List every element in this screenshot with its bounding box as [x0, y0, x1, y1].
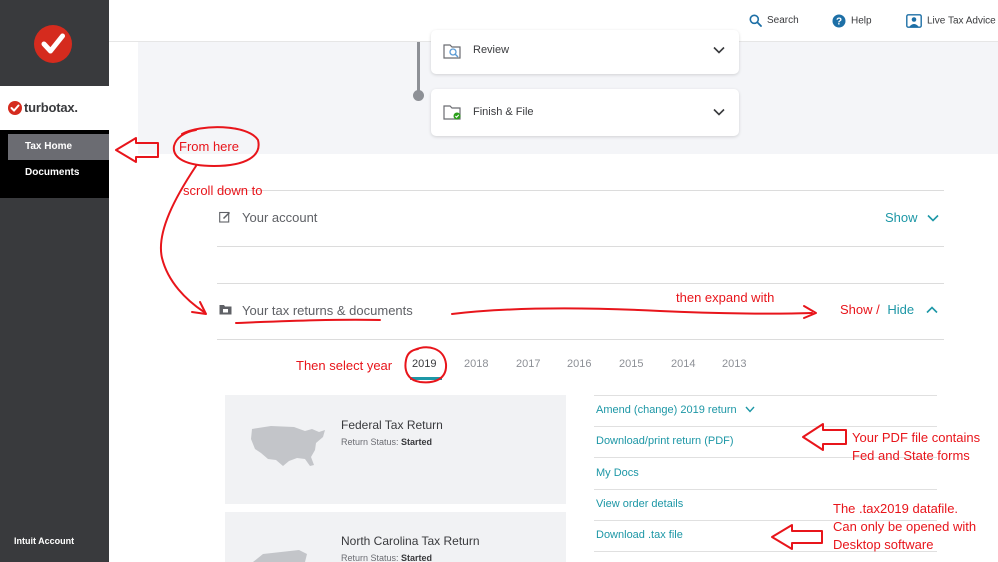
magnifier-document-icon [443, 44, 461, 59]
divider [594, 426, 937, 427]
live-tax-advice-link[interactable]: Live Tax Advice [906, 14, 996, 28]
svg-text:?: ? [836, 17, 842, 28]
year-tab-2015[interactable]: 2015 [619, 358, 643, 370]
section-title-account: Your account [242, 210, 318, 225]
brand-name: turbotax. [24, 100, 78, 115]
step-card-finish-file[interactable]: Finish & File [431, 89, 739, 136]
divider [217, 283, 944, 284]
annotation-arrowhead-scroll [191, 301, 207, 315]
chevron-down-icon[interactable] [713, 108, 725, 116]
return-card-north-carolina[interactable]: North Carolina Tax Return Return Status:… [225, 512, 566, 562]
year-tab-2016[interactable]: 2016 [567, 358, 591, 370]
annotation-select-year: Then select year [296, 358, 393, 373]
year-tab-2013[interactable]: 2013 [722, 358, 746, 370]
annotation-underline-returns [235, 318, 381, 324]
annotation-pdf: Your PDF file contains Fed and State for… [852, 430, 981, 463]
annotation-expand: then expand with [676, 290, 775, 305]
search-link[interactable]: Search [749, 14, 799, 27]
progress-timeline [417, 42, 420, 94]
divider [594, 489, 937, 490]
return-card-federal[interactable]: Federal Tax Return Return Status: Starte… [225, 395, 566, 504]
sidebar-item-intuit-account[interactable]: Intuit Account [14, 536, 74, 546]
divider [217, 190, 944, 191]
return-title: Federal Tax Return [341, 418, 443, 432]
help-icon: ? [832, 14, 846, 28]
year-tab-2017[interactable]: 2017 [516, 358, 540, 370]
folder-icon [219, 305, 232, 315]
annotation-tax-file: The .tax2019 datafile. Can only be opene… [833, 501, 977, 552]
return-status: Return Status: Started [341, 437, 433, 447]
sidebar-logo-area [0, 0, 109, 86]
annotation-arrowhead-expand [803, 305, 817, 319]
chevron-down-icon [745, 406, 755, 413]
sidebar-item-documents[interactable]: Documents [8, 160, 109, 186]
return-status: Return Status: Started [341, 553, 433, 562]
turbotax-check-icon[interactable] [34, 25, 72, 63]
section-title-tax-returns: Your tax returns & documents [242, 303, 413, 318]
download-pdf-link[interactable]: Download/print return (PDF) [596, 435, 734, 447]
brand-check-icon [8, 101, 22, 115]
help-link[interactable]: ? Help [832, 14, 872, 28]
year-tab-2019[interactable]: 2019 [412, 358, 436, 370]
chevron-down-icon[interactable] [713, 46, 725, 54]
return-title: North Carolina Tax Return [341, 534, 480, 548]
step-label: Finish & File [473, 106, 534, 118]
annotation-arrow-pdf [802, 423, 847, 451]
download-tax-file-link[interactable]: Download .tax file [596, 529, 683, 541]
returns-show-hide-toggle[interactable]: Show / Hide [840, 302, 938, 317]
year-tab-2018[interactable]: 2018 [464, 358, 488, 370]
amend-return-link[interactable]: Amend (change) 2019 return [596, 404, 755, 416]
annotation-from-here: From here [179, 139, 239, 154]
expert-avatar-icon [906, 14, 922, 28]
view-order-details-link[interactable]: View order details [596, 498, 683, 510]
step-card-review[interactable]: Review [431, 30, 739, 74]
step-label: Review [473, 44, 510, 56]
annotation-scroll-down: scroll down to [183, 183, 263, 198]
show-label[interactable]: Show / [840, 302, 880, 317]
sidebar-nav: Tax Home Documents [0, 130, 109, 198]
chevron-up-icon [926, 306, 938, 314]
annotation-arrow-tax [771, 524, 823, 550]
sidebar-item-tax-home[interactable]: Tax Home [8, 134, 109, 160]
hide-label[interactable]: Hide [887, 302, 914, 317]
brand-bar: turbotax. [0, 86, 109, 130]
my-docs-link[interactable]: My Docs [596, 467, 639, 479]
sidebar: turbotax. Tax Home Documents Intuit Acco… [0, 0, 109, 562]
state-map-icon [253, 550, 307, 562]
chevron-down-icon [927, 214, 939, 222]
search-icon [749, 14, 762, 27]
year-tab-underline [410, 377, 442, 380]
year-tab-2014[interactable]: 2014 [671, 358, 695, 370]
annotation-line-expand [451, 307, 813, 315]
divider [594, 395, 937, 396]
folder-check-icon [443, 105, 461, 120]
progress-timeline-dot [413, 90, 424, 101]
us-map-icon [251, 426, 325, 466]
edit-note-icon [219, 211, 231, 223]
divider [217, 339, 944, 340]
account-show-toggle[interactable]: Show [885, 210, 939, 225]
divider [217, 246, 944, 247]
